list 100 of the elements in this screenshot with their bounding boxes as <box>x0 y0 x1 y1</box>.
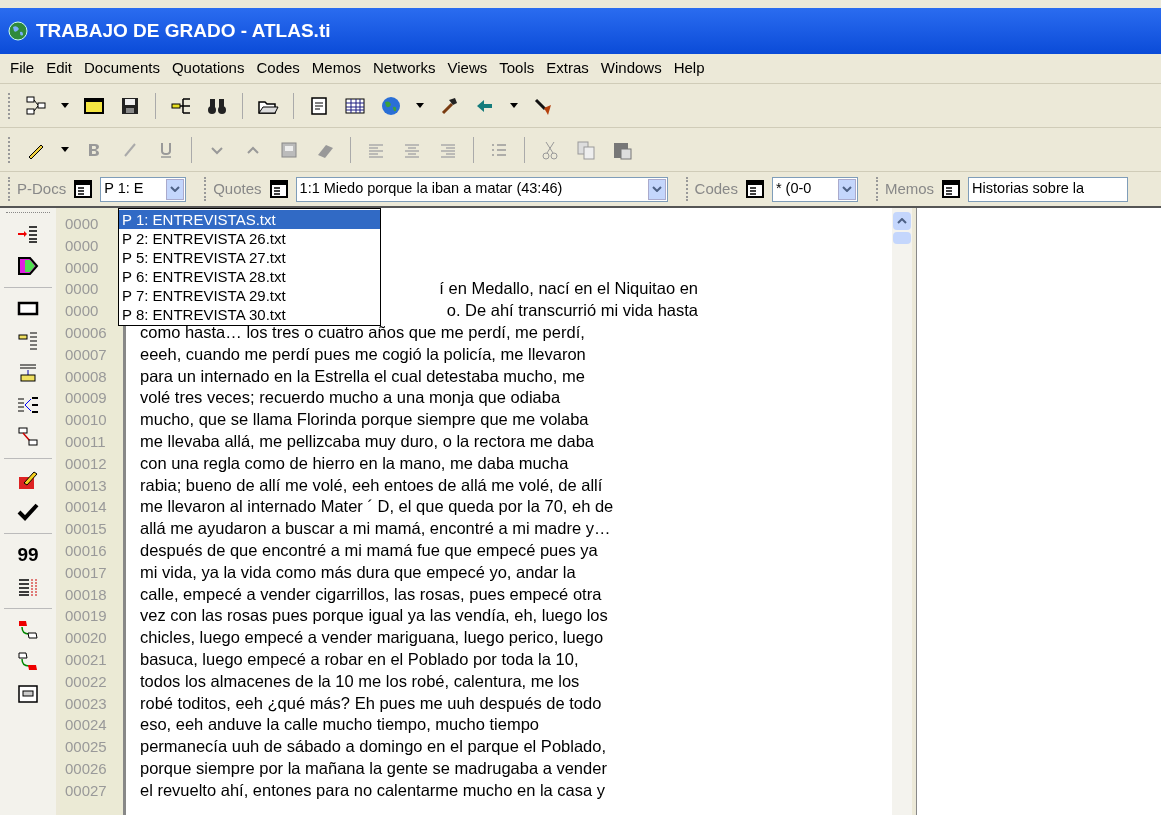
menu-item[interactable]: Tools <box>493 57 541 80</box>
text-line: permanecía uuh de sábado a domingo en el parque el Poblado, <box>140 737 606 756</box>
text-line: eeeh, cuando me perdí pues me cogió la policía, me llevaron <box>140 344 586 363</box>
text-line: vez con las rosas pues porque igual ya las vendía, eh, luego los <box>140 606 608 625</box>
text-line: todos los almacenes de la 10 me los robé, calentura, me los <box>140 671 580 690</box>
dropdown-option[interactable]: P 5: ENTREVISTA 27.txt <box>119 248 380 267</box>
line-number: 00009 <box>65 389 107 407</box>
text-columns-icon[interactable] <box>16 576 40 598</box>
line-number: 00015 <box>65 520 107 538</box>
line-number: 00008 <box>65 367 107 385</box>
line-number: 00012 <box>65 454 107 472</box>
scroll-thumb[interactable] <box>893 232 911 244</box>
caret-icon[interactable] <box>61 103 69 108</box>
menu-item[interactable]: File <box>4 57 41 80</box>
caret-icon[interactable] <box>510 103 518 108</box>
text-line: allá me ayudaron a buscar a mi mamá, encontré a mi madre y… <box>140 519 611 538</box>
link-icon[interactable] <box>16 426 40 448</box>
text-line: robé toditos, eeh ¿qué más? Eh pues me uuh después de todo <box>140 693 602 712</box>
selector-label: Quotes <box>213 178 262 199</box>
menu-item[interactable]: Help <box>667 57 711 80</box>
chevron-up-icon[interactable] <box>897 218 907 224</box>
line-number: 00024 <box>65 716 107 734</box>
menu-item[interactable]: Extras <box>540 57 595 80</box>
line-number: 00020 <box>65 629 107 647</box>
list-lines-icon[interactable] <box>16 330 40 352</box>
text-line: para un internado en la Estrella el cual detestaba mucho, me <box>140 366 585 385</box>
combo-box[interactable]: * (0-0 <box>771 176 858 202</box>
line-number: 00018 <box>65 585 107 603</box>
menu-item[interactable]: Views <box>441 57 494 80</box>
combo-box[interactable]: Historias sobre la <box>968 176 1129 202</box>
text-line: o. De ahí transcurrió mi vida hasta <box>446 301 698 320</box>
text-line: basuca, luego empecé a robar en el Poblado por toda la 10, <box>140 649 579 668</box>
code-tag-icon[interactable] <box>16 255 40 277</box>
menu-item[interactable]: Memos <box>305 57 367 80</box>
text-line: eso, eeh anduve la calle mucho tiempo, mucho tiempo <box>140 715 539 734</box>
menu-item[interactable]: Networks <box>367 57 442 80</box>
frame-icon[interactable] <box>16 683 40 705</box>
line-number: 00026 <box>65 759 107 777</box>
quote-lines-icon[interactable] <box>16 223 40 245</box>
menu-item[interactable]: Edit <box>40 57 79 80</box>
text-line: me llevaba allá, me pellizcaba muy duro, o la rectora me daba <box>140 431 594 450</box>
selector-label: Memos <box>884 178 935 199</box>
line-number: 0000 <box>65 258 99 276</box>
link-icon[interactable] <box>16 651 40 673</box>
line-number: 0000 <box>65 302 99 320</box>
menu-item[interactable]: Codes <box>250 57 306 80</box>
text-line: chicles, luego empecé a vender mariguana, luego perico, luego <box>140 628 604 647</box>
text-line: después de que encontré a mi mamá fue que empecé pues ya <box>140 540 598 559</box>
line-number: 00019 <box>65 607 107 625</box>
selector-label: Codes <box>694 178 738 199</box>
document-icon[interactable] <box>308 94 330 117</box>
text-line: mi vida, ya la vida como más dura que empecé yo, andar la <box>140 562 576 581</box>
selector-label: P-Docs <box>17 178 67 199</box>
line-number: 00023 <box>65 694 107 712</box>
text-line: í en Medallo, nací en el Niquitao en <box>439 279 698 298</box>
link-icon[interactable] <box>16 619 40 641</box>
globe-icon[interactable] <box>380 94 402 117</box>
document-list-icon[interactable] <box>267 178 290 200</box>
combo-box[interactable]: 1:1 Miedo porque la iban a matar (43:46) <box>295 176 668 202</box>
network-icon[interactable] <box>25 94 47 117</box>
document-list-icon[interactable] <box>72 178 95 200</box>
line-number: 00027 <box>65 781 107 799</box>
dropdown-option[interactable]: P 6: ENTREVISTA 28.txt <box>119 267 380 286</box>
text-line: calle, empecé a vender cigarrillos, las rosas, pues empecé otra <box>140 584 602 603</box>
line-number: 0000 <box>65 215 99 232</box>
line-number: 00010 <box>65 411 107 429</box>
menu-item[interactable]: Documents <box>78 57 166 80</box>
line-number: 00013 <box>65 476 107 494</box>
text-line: como hasta… los tres o cuatro años que me perdí, me perdí, <box>140 323 585 341</box>
window-title: TRABAJO DE GRADO - ATLAS.ti <box>36 18 331 43</box>
text-line: porque siempre por la mañana la gente se madrugaba a vender <box>140 758 607 777</box>
text-line: mucho, que se llama Florinda porque siempre que me volaba <box>140 410 589 429</box>
document-list-icon[interactable] <box>940 178 963 200</box>
scroll-up-button[interactable] <box>893 212 911 230</box>
document-list-icon[interactable] <box>743 178 766 200</box>
text-line: con una regla como de hierro en la mano, me daba mucha <box>140 453 569 472</box>
text-line: me llevaron al internado Mater ´ D, el que queda por la 70, eh de <box>140 497 614 516</box>
line-number: 00025 <box>65 738 107 756</box>
globe-icon <box>8 21 28 41</box>
caret-icon[interactable] <box>416 103 424 108</box>
line-number: 00011 <box>65 432 106 450</box>
pencil-folder-icon[interactable] <box>16 469 40 491</box>
line-number: 00006 <box>65 324 107 341</box>
menu-item[interactable]: Windows <box>594 57 668 80</box>
caret-icon[interactable] <box>61 147 69 152</box>
count-label[interactable]: 99 <box>17 544 39 566</box>
text-line: rabia; bueno de allí me volé, eeh entoes de allá me volé, de allí <box>140 475 603 494</box>
dropdown-option[interactable]: P 1: ENTREVISTAS.txt <box>119 210 380 229</box>
line-number: 00021 <box>65 650 107 668</box>
dropdown-option[interactable]: P 2: ENTREVISTA 26.txt <box>119 229 380 248</box>
dropdown-option[interactable]: P 8: ENTREVISTA 30.txt <box>119 305 380 324</box>
line-number: 00022 <box>65 672 107 690</box>
text-line: volé tres veces; recuerdo mucho a una monja que odiaba <box>140 388 561 407</box>
combo-box[interactable]: P 1: E <box>100 176 187 202</box>
checkmark-icon[interactable] <box>16 501 40 523</box>
line-number: 0000 <box>65 236 99 254</box>
dropdown-option[interactable]: P 7: ENTREVISTA 29.txt <box>119 286 380 305</box>
hierarchy-icon[interactable] <box>16 394 40 416</box>
scrollbar[interactable] <box>892 208 912 815</box>
menu-item[interactable]: Quotations <box>165 57 251 80</box>
